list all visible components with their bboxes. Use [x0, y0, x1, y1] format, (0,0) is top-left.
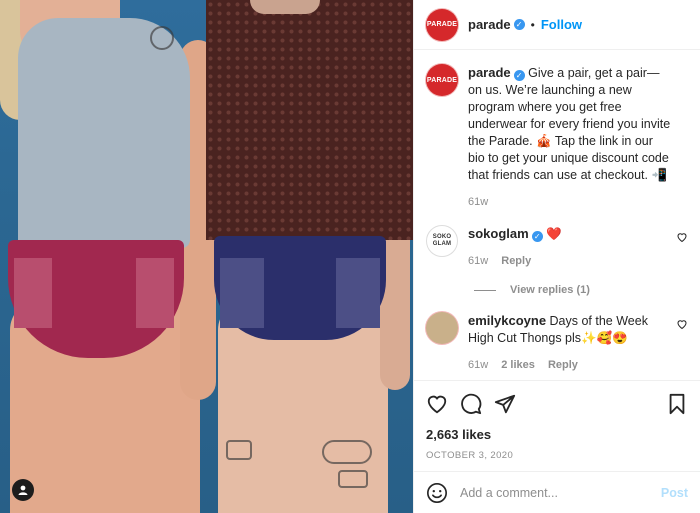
photo-detail: [220, 258, 264, 328]
add-comment-bar: Post: [414, 471, 700, 513]
photo-detail: [150, 26, 174, 50]
comment-meta: 61w 2 likes Reply: [468, 357, 672, 374]
share-icon[interactable]: [494, 393, 516, 415]
view-replies-line: [474, 289, 496, 291]
photo-figure: [206, 0, 413, 240]
caption-timestamp[interactable]: 61w: [468, 196, 488, 208]
comments-list: PARADE parade ✓ Give a pair, get a pair—o…: [414, 50, 700, 380]
comment-item: emilykcoyne Days of the Week High Cut Th…: [426, 312, 688, 374]
post-date[interactable]: OCTOBER 3, 2020: [426, 450, 688, 461]
verified-badge-icon: ✓: [531, 231, 543, 242]
photo-detail: [322, 440, 372, 464]
post-side-panel: PARADE parade ✓ • Follow PARADE parade ✓ …: [413, 0, 700, 513]
post-actions: 2,663 likes OCTOBER 3, 2020: [414, 380, 700, 471]
photo-detail: [336, 258, 380, 328]
photo-detail: [14, 258, 52, 328]
verified-badge-icon: ✓: [513, 70, 525, 81]
post-comment-button[interactable]: Post: [661, 486, 688, 500]
caption-body: parade ✓ Give a pair, get a pair—on us. W…: [468, 64, 688, 211]
caption-text: Give a pair, get a pair—on us. We’re lau…: [468, 66, 671, 182]
photo-figure: [18, 18, 190, 248]
view-replies-label: View replies (1): [510, 284, 590, 296]
post-header: PARADE parade ✓ • Follow: [414, 0, 700, 50]
comment-likes[interactable]: 2 likes: [501, 359, 535, 371]
view-replies-button[interactable]: View replies (1): [474, 284, 688, 296]
heart-icon[interactable]: [426, 393, 448, 415]
photo-figure: [250, 0, 320, 14]
comment-meta: 61w Reply: [468, 253, 672, 270]
commenter-username[interactable]: sokoglam: [468, 226, 529, 241]
comment-input[interactable]: [460, 485, 649, 500]
caption: PARADE parade ✓ Give a pair, get a pair—o…: [426, 64, 688, 211]
photo-figure: [214, 236, 386, 340]
comment-timestamp[interactable]: 61w: [468, 255, 488, 267]
reply-button[interactable]: Reply: [501, 255, 531, 267]
comment-text: ❤️: [546, 227, 562, 241]
comment-item: SOKO GLAM sokoglam ✓ ❤️ 61w Reply: [426, 225, 688, 270]
photo-detail: [136, 258, 174, 328]
post-photo[interactable]: [0, 0, 413, 513]
commenter-avatar[interactable]: SOKO GLAM: [426, 225, 458, 257]
comment-timestamp[interactable]: 61w: [468, 359, 488, 371]
author-avatar[interactable]: PARADE: [426, 64, 458, 96]
bookmark-icon[interactable]: [666, 393, 688, 415]
author-username[interactable]: parade: [468, 17, 511, 32]
separator-dot: •: [530, 17, 535, 32]
instagram-post: PARADE parade ✓ • Follow PARADE parade ✓ …: [0, 0, 700, 513]
emoji-icon[interactable]: [426, 482, 448, 504]
author-avatar[interactable]: PARADE: [426, 8, 458, 41]
verified-badge-icon: ✓: [513, 19, 525, 30]
caption-username[interactable]: parade: [468, 65, 511, 80]
commenter-avatar[interactable]: [426, 312, 458, 344]
comment-body: sokoglam ✓ ❤️ 61w Reply: [468, 225, 688, 270]
action-icons: [426, 391, 688, 417]
comment-body: emilykcoyne Days of the Week High Cut Th…: [468, 312, 688, 374]
comment-heart-icon[interactable]: [676, 231, 688, 243]
reply-button[interactable]: Reply: [548, 359, 578, 371]
photo-detail: [226, 440, 252, 460]
comment-icon[interactable]: [460, 393, 482, 415]
user-tag-icon[interactable]: [12, 479, 34, 501]
comment-heart-icon[interactable]: [676, 318, 688, 330]
follow-button[interactable]: Follow: [541, 17, 582, 32]
commenter-username[interactable]: emilykcoyne: [468, 313, 546, 328]
photo-detail: [338, 470, 368, 488]
likes-count[interactable]: 2,663 likes: [426, 427, 688, 442]
caption-meta: 61w: [468, 194, 672, 211]
